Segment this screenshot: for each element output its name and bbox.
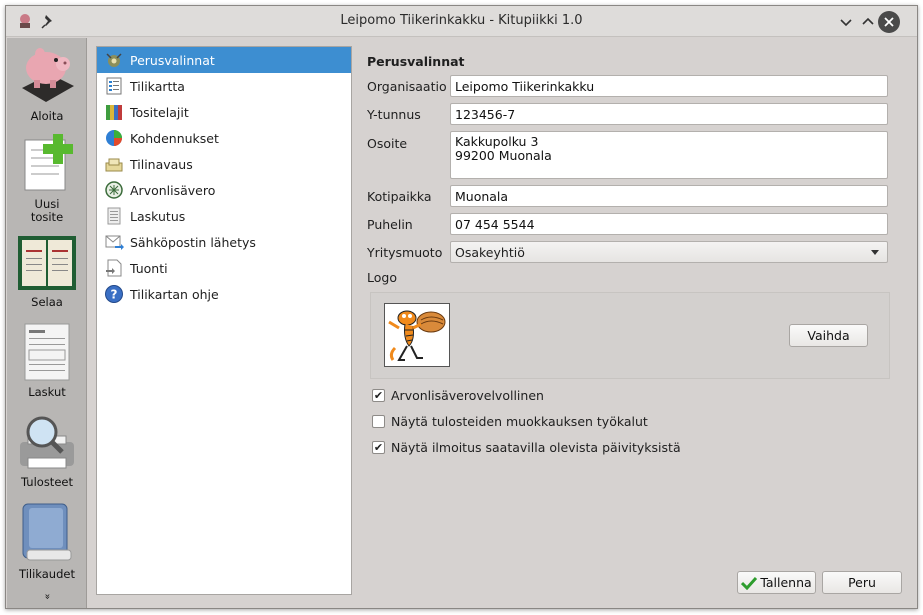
ledger-book-icon [18, 236, 76, 290]
organisaatio-label: Organisaatio [367, 79, 447, 94]
bill-icon [107, 207, 121, 225]
email-send-icon [105, 235, 124, 250]
osoite-label: Osoite [367, 136, 408, 151]
logo-label: Logo [367, 270, 397, 285]
settings-form: Perusvalinnat Organisaatio Leipomo Tiike… [358, 46, 902, 606]
toolbar-label: Tulosteet [21, 475, 73, 489]
list-item-sahkopostin-lahetys[interactable]: Sähköpostin lähetys [97, 229, 351, 255]
checkbox-label: Näytä ilmoitus saatavilla olevista päivi… [391, 440, 681, 455]
toolbar-label: Laskut [28, 385, 66, 399]
kotipaikka-field[interactable]: Muonala [450, 185, 888, 207]
list-item-tositelajit[interactable]: Tositelajit [97, 99, 351, 125]
book-icon [22, 503, 72, 561]
maximize-icon[interactable] [857, 11, 879, 33]
list-item-arvonlisavero[interactable]: Arvonlisävero [97, 177, 351, 203]
cash-icon [105, 158, 123, 172]
svg-text:?: ? [111, 288, 118, 302]
ytunnus-field[interactable]: 123456-7 [450, 103, 888, 125]
binders-icon [106, 105, 122, 120]
yritysmuoto-value: Osakeyhtiö [455, 245, 525, 260]
organisaatio-field[interactable]: Leipomo Tiikerinkakku [450, 75, 888, 97]
kotipaikka-label: Kotipaikka [367, 189, 432, 204]
list-item-tilikartan-ohje[interactable]: ? Tilikartan ohje [97, 281, 351, 307]
yritysmuoto-select[interactable]: Osakeyhtiö [450, 241, 888, 263]
close-icon[interactable] [878, 11, 900, 33]
list-item-laskutus[interactable]: Laskutus [97, 203, 351, 229]
checkbox-label: Arvonlisäverovelvollinen [391, 388, 544, 403]
section-heading: Perusvalinnat [367, 54, 465, 69]
chevron-down-icon: » [41, 593, 53, 600]
toolbar-tulosteet[interactable]: Tulosteet [7, 412, 87, 489]
checkbox-label: Näytä tulosteiden muokkauksen työkalut [391, 414, 648, 429]
toolbar-tilikaudet[interactable]: Tilikaudet [7, 500, 87, 581]
osoite-field[interactable]: Kakkupolku 3 99200 Muonala [450, 131, 888, 179]
printer-magnifier-icon [20, 416, 74, 469]
toolbar-label: Uusi tosite [30, 197, 64, 224]
list-item-tuonti[interactable]: Tuonti [97, 255, 351, 281]
puhelin-label: Puhelin [367, 217, 413, 232]
title-bar: Leipomo Tiikerinkakku - Kitupiikki 1.0 [6, 6, 917, 37]
list-item-tilinavaus[interactable]: Tilinavaus [97, 151, 351, 177]
toolbar-label: Tilikaudet [19, 567, 75, 581]
muokkaustyokalut-checkbox[interactable]: Näytä tulosteiden muokkauksen työkalut [372, 414, 648, 429]
paivitysilmoitus-checkbox[interactable]: ✔ Näytä ilmoitus saatavilla olevista päi… [372, 440, 681, 455]
checkbox-checked-icon[interactable]: ✔ [372, 389, 385, 402]
toolbar-aloita[interactable]: Aloita [7, 44, 87, 123]
checkmark-icon [741, 576, 758, 590]
yritysmuoto-label: Yritysmuoto [367, 245, 443, 260]
new-document-icon [24, 134, 73, 191]
pie-chart-icon [106, 130, 122, 146]
minimize-icon[interactable] [835, 11, 857, 33]
save-button[interactable]: Tallenna [737, 571, 816, 594]
invoice-icon [24, 323, 70, 381]
tiger-logo-icon [388, 310, 446, 361]
toolbar-selaa[interactable]: Selaa [7, 234, 87, 309]
window-title: Leipomo Tiikerinkakku - Kitupiikki 1.0 [340, 13, 583, 28]
settings-list: Perusvalinnat Tilikartta Tositelajit Koh… [96, 46, 352, 595]
main-window: Leipomo Tiikerinkakku - Kitupiikki 1.0 A… [5, 5, 918, 609]
toolbar-label: Aloita [30, 109, 64, 123]
logo-image [384, 303, 450, 367]
list-item-tilikartta[interactable]: Tilikartta [97, 73, 351, 99]
logo-group: Vaihda [370, 292, 890, 379]
ytunnus-label: Y-tunnus [367, 107, 421, 122]
piggy-bank-icon [22, 48, 74, 102]
dropdown-arrow-icon [871, 250, 879, 255]
toolbar-label: Selaa [31, 295, 63, 309]
checkbox-unchecked-icon[interactable] [372, 415, 385, 428]
toolbar-more-button[interactable]: » [7, 591, 87, 602]
toolbar-laskut[interactable]: Laskut [7, 322, 87, 399]
list-item-perusvalinnat[interactable]: Perusvalinnat [97, 47, 351, 73]
tax-seal-icon [105, 181, 123, 199]
alv-checkbox[interactable]: ✔ Arvonlisäverovelvollinen [372, 388, 544, 403]
toolbar-uusi-tosite[interactable]: Uusi tosite [7, 132, 87, 224]
settings-icon [106, 53, 122, 67]
cancel-button[interactable]: Peru [822, 571, 902, 594]
vaihda-button[interactable]: Vaihda [789, 324, 868, 347]
help-icon: ? [105, 285, 123, 303]
puhelin-field[interactable]: 07 454 5544 [450, 213, 888, 235]
checkbox-checked-icon[interactable]: ✔ [372, 441, 385, 454]
main-toolbar: Aloita Uusi tosite Selaa Laskut Tulostee… [7, 38, 87, 608]
chart-of-accounts-icon [106, 77, 122, 95]
list-item-kohdennukset[interactable]: Kohdennukset [97, 125, 351, 151]
import-icon [106, 259, 122, 277]
